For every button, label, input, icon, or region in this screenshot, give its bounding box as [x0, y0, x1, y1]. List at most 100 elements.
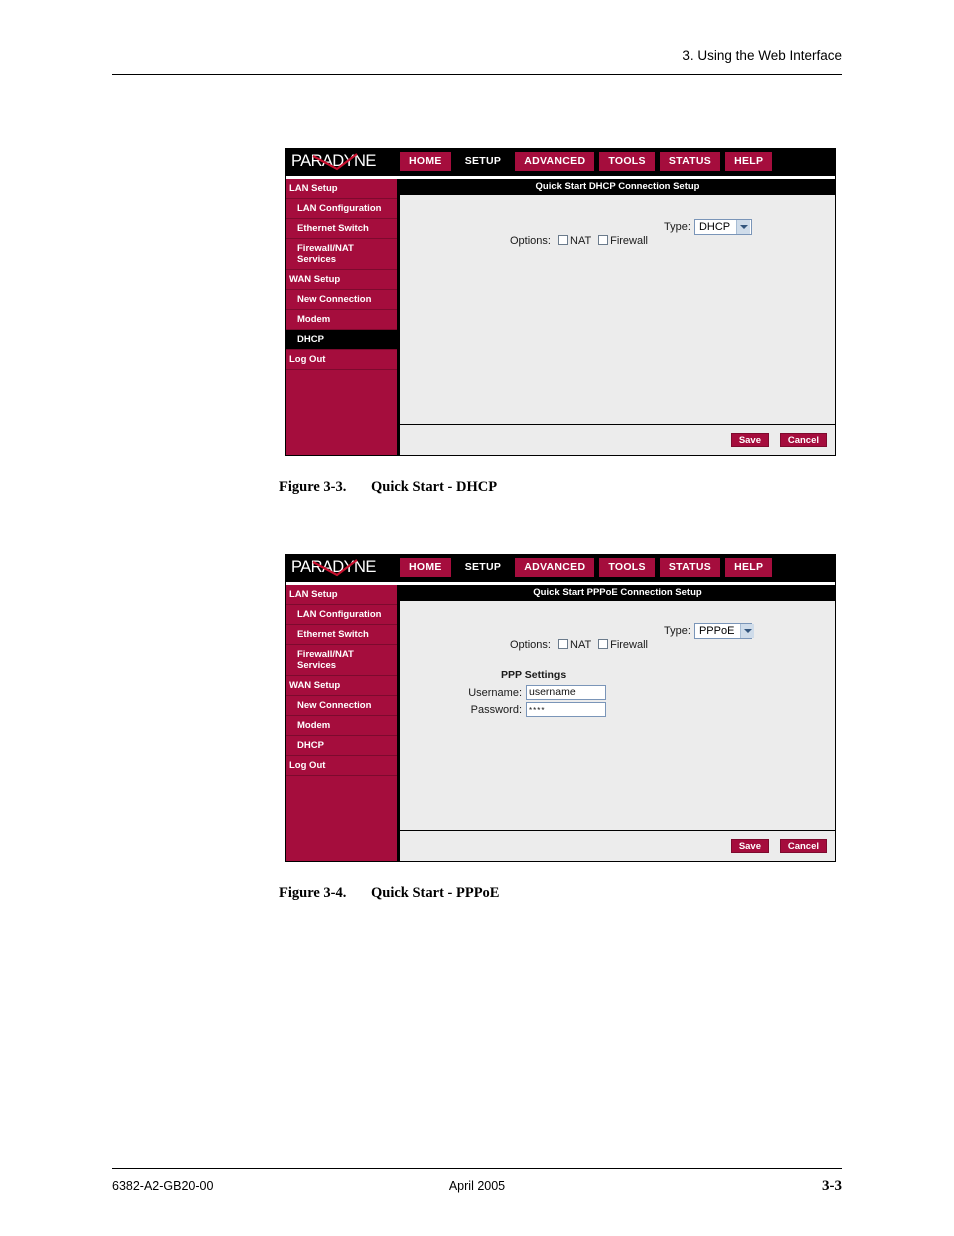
username-label: Username:: [468, 686, 522, 699]
sidebar-item-log-out[interactable]: Log Out: [286, 350, 397, 370]
figure-caption-3-4: Figure 3-4. Quick Start - PPPoE: [279, 885, 499, 902]
content-footer-dhcp: Save Cancel: [400, 425, 835, 455]
nav-button-advanced[interactable]: ADVANCED: [515, 152, 595, 171]
nav-button-help[interactable]: HELP: [725, 558, 773, 577]
sidebar-item-new-connection[interactable]: New Connection: [286, 290, 397, 310]
nav-button-setup[interactable]: SETUP: [455, 558, 511, 577]
sidebar-item-lan-configuration[interactable]: LAN Configuration: [286, 605, 397, 625]
firewall-checkbox[interactable]: [598, 639, 609, 649]
ui-body-dhcp: LAN Setup LAN Configuration Ethernet Swi…: [286, 179, 835, 455]
username-input[interactable]: username: [526, 685, 606, 700]
paradyne-logo: PARADYNE: [291, 151, 399, 173]
nav-button-status[interactable]: STATUS: [659, 152, 721, 171]
main-nav-pppoe: HOME SETUP ADVANCED TOOLS STATUS HELP: [400, 558, 777, 577]
sidebar-dhcp: LAN Setup LAN Configuration Ethernet Swi…: [286, 179, 399, 455]
figure-number: Figure 3-4.: [279, 885, 347, 901]
save-button[interactable]: Save: [730, 839, 769, 853]
nav-button-home[interactable]: HOME: [400, 558, 451, 577]
figure-number: Figure 3-3.: [279, 479, 347, 495]
content-footer-pppoe: Save Cancel: [400, 831, 835, 861]
options-row: Options: NAT Firewall: [510, 639, 648, 651]
sidebar-item-lan-configuration[interactable]: LAN Configuration: [286, 199, 397, 219]
main-nav-dhcp: HOME SETUP ADVANCED TOOLS STATUS HELP: [400, 152, 777, 171]
sidebar-item-wan-setup[interactable]: WAN Setup: [286, 270, 397, 290]
ui-divider: [286, 582, 835, 585]
sidebar-item-log-out[interactable]: Log Out: [286, 756, 397, 776]
cancel-button[interactable]: Cancel: [779, 839, 827, 853]
nav-button-status[interactable]: STATUS: [659, 558, 721, 577]
figure-title: Quick Start - PPPoE: [371, 885, 500, 901]
nav-button-home[interactable]: HOME: [400, 152, 451, 171]
options-label: Options:: [510, 639, 551, 651]
page-footer: 6382-A2-GB20-00 April 2005 3-3: [112, 1178, 842, 1199]
nat-label: NAT: [570, 639, 592, 651]
page-header-title: 3. Using the Web Interface: [682, 48, 842, 63]
pppoe-form: Type: PPPoE Options: NAT Firewall PPP Se…: [400, 601, 835, 830]
router-web-ui-dhcp: PARADYNE HOME SETUP ADVANCED TOOLS STATUS HEL…: [285, 148, 836, 456]
content-panel-dhcp: Quick Start DHCP Connection Setup Type: …: [399, 179, 835, 455]
page-header: 3. Using the Web Interface: [112, 48, 842, 63]
figure-caption-3-3: Figure 3-3. Quick Start - DHCP: [279, 479, 497, 496]
sidebar-item-modem[interactable]: Modem: [286, 310, 397, 330]
nav-button-tools[interactable]: TOOLS: [599, 152, 655, 171]
sidebar-item-wan-setup[interactable]: WAN Setup: [286, 676, 397, 696]
sidebar-item-ethernet-switch[interactable]: Ethernet Switch: [286, 625, 397, 645]
nav-button-help[interactable]: HELP: [725, 152, 773, 171]
firewall-label: Firewall: [610, 639, 648, 651]
ui-topbar-dhcp: PARADYNE HOME SETUP ADVANCED TOOLS STATUS HEL…: [286, 149, 835, 176]
options-label: Options:: [510, 235, 551, 247]
type-label: Type:: [664, 220, 691, 233]
ppp-settings-title: PPP Settings: [501, 669, 567, 681]
type-field-row: Type: DHCP: [664, 219, 752, 235]
sidebar-pppoe: LAN Setup LAN Configuration Ethernet Swi…: [286, 585, 399, 861]
footer-date: April 2005: [448, 1179, 506, 1193]
type-select-value: DHCP: [698, 221, 731, 233]
content-panel-title: Quick Start DHCP Connection Setup: [400, 179, 835, 195]
save-button[interactable]: Save: [730, 433, 769, 447]
paradyne-logo: PARADYNE: [291, 557, 399, 579]
content-panel-pppoe: Quick Start PPPoE Connection Setup Type:…: [399, 585, 835, 861]
sidebar-item-ethernet-switch[interactable]: Ethernet Switch: [286, 219, 397, 239]
type-select[interactable]: PPPoE: [693, 623, 755, 639]
dhcp-form: Type: DHCP Options: NAT Firewall: [400, 195, 835, 424]
footer-rule: [112, 1168, 842, 1169]
nat-checkbox[interactable]: [558, 235, 569, 245]
password-field-row: Password: ****: [460, 702, 606, 717]
nat-checkbox[interactable]: [558, 639, 569, 649]
sidebar-item-dhcp[interactable]: DHCP: [286, 330, 397, 350]
type-select[interactable]: DHCP: [693, 219, 752, 235]
username-field-row: Username: username: [460, 685, 606, 700]
figure-title: Quick Start - DHCP: [371, 479, 498, 495]
nat-label: NAT: [570, 235, 592, 247]
sidebar-item-modem[interactable]: Modem: [286, 716, 397, 736]
ui-divider: [286, 176, 835, 179]
sidebar-item-lan-setup[interactable]: LAN Setup: [286, 179, 397, 199]
paradyne-swoosh-icon: [312, 559, 358, 577]
type-select-value: PPPoE: [698, 625, 735, 637]
nav-button-advanced[interactable]: ADVANCED: [515, 558, 595, 577]
sidebar-item-firewall-nat-services[interactable]: Firewall/NAT Services: [286, 645, 397, 676]
cancel-button[interactable]: Cancel: [779, 433, 827, 447]
sidebar-item-firewall-nat-services[interactable]: Firewall/NAT Services: [286, 239, 397, 270]
header-rule: [112, 74, 842, 75]
paradyne-swoosh-icon: [312, 153, 358, 171]
sidebar-item-dhcp[interactable]: DHCP: [286, 736, 397, 756]
type-field-row: Type: PPPoE: [664, 623, 755, 639]
ui-topbar-pppoe: PARADYNE HOME SETUP ADVANCED TOOLS STATUS HEL…: [286, 555, 835, 582]
sidebar-item-lan-setup[interactable]: LAN Setup: [286, 585, 397, 605]
type-label: Type:: [664, 624, 691, 637]
ui-body-pppoe: LAN Setup LAN Configuration Ethernet Swi…: [286, 585, 835, 861]
firewall-checkbox[interactable]: [598, 235, 609, 245]
content-panel-title: Quick Start PPPoE Connection Setup: [400, 585, 835, 601]
sidebar-item-new-connection[interactable]: New Connection: [286, 696, 397, 716]
options-row: Options: NAT Firewall: [510, 235, 648, 247]
password-label: Password:: [470, 703, 522, 716]
nav-button-setup[interactable]: SETUP: [455, 152, 511, 171]
chevron-down-icon[interactable]: [736, 220, 751, 234]
chevron-down-icon[interactable]: [740, 624, 755, 638]
firewall-label: Firewall: [610, 235, 648, 247]
footer-page-number: 3-3: [822, 1178, 842, 1194]
nav-button-tools[interactable]: TOOLS: [599, 558, 655, 577]
content-main-dhcp: Type: DHCP Options: NAT Firewall: [400, 195, 835, 425]
password-input[interactable]: ****: [526, 702, 606, 717]
